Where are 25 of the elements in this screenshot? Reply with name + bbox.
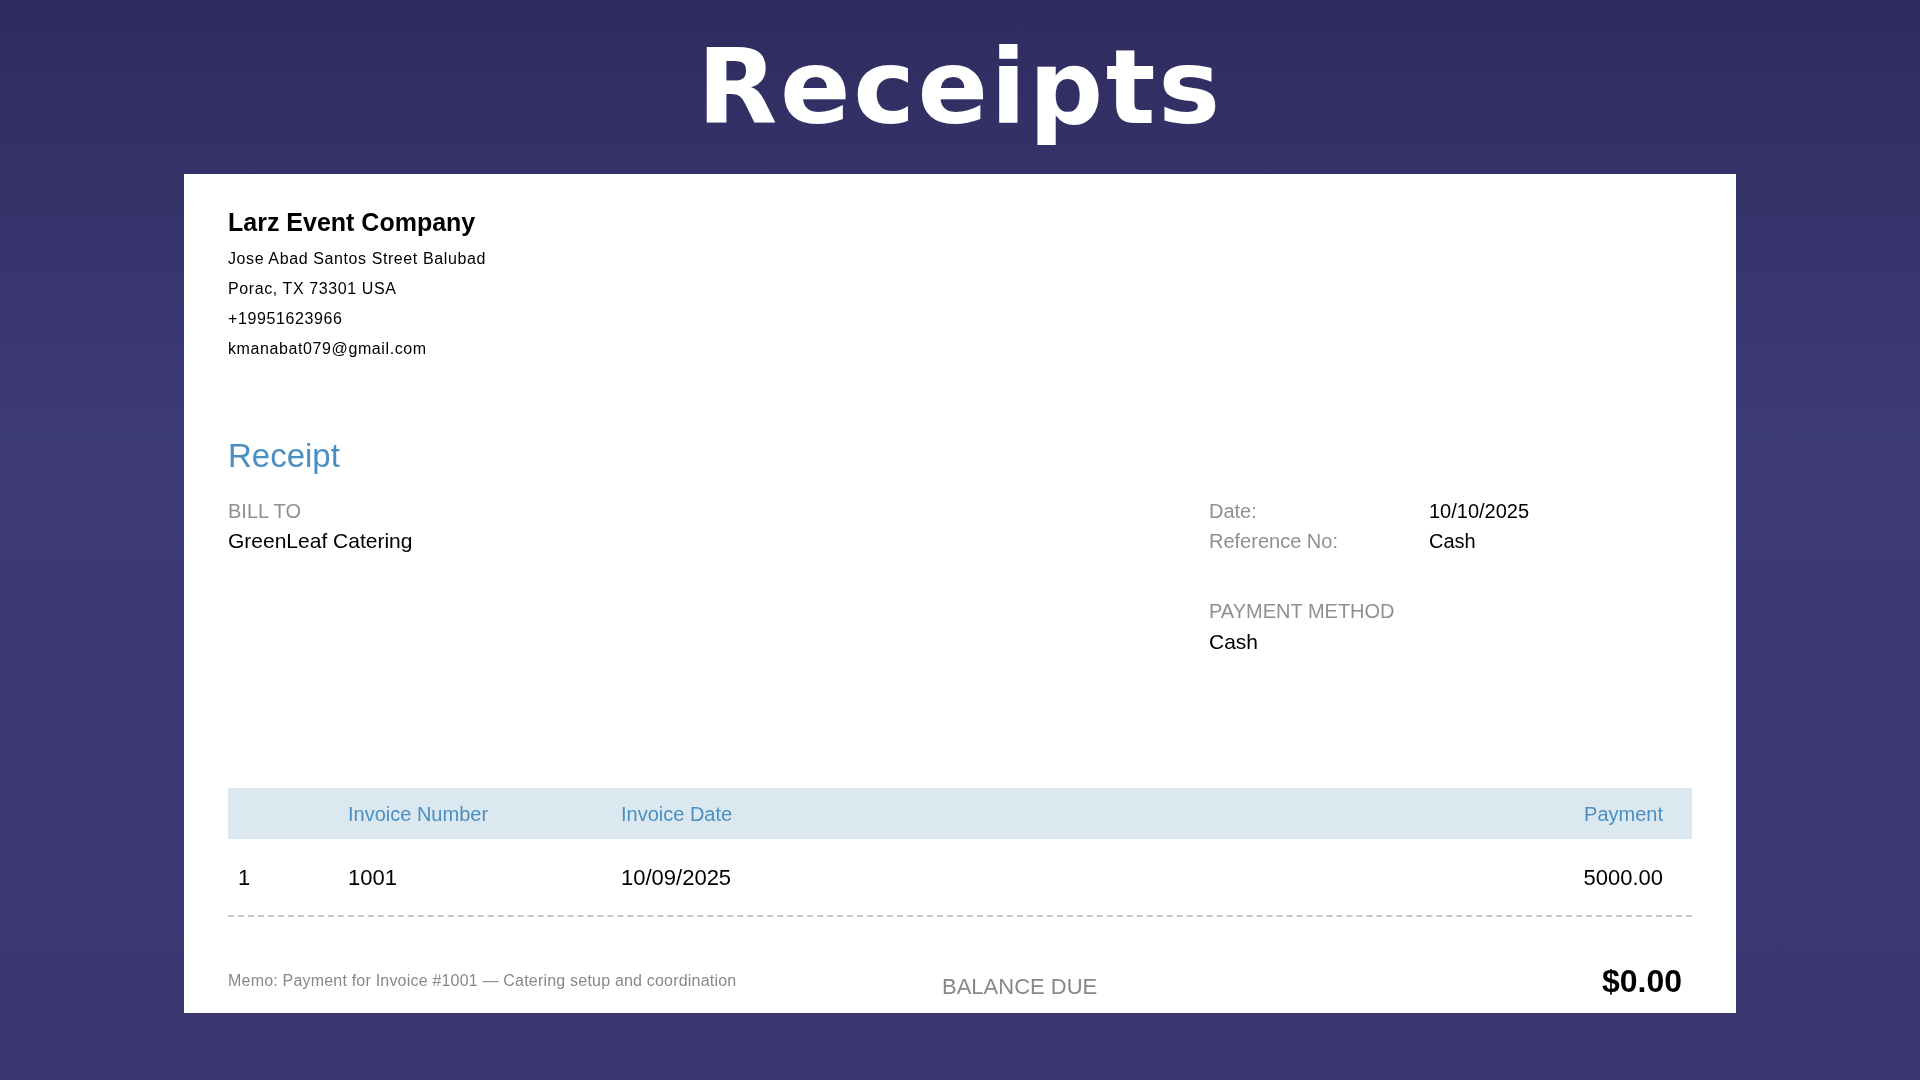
column-header: Invoice Date (621, 802, 733, 825)
slide-title: Receipts (697, 25, 1223, 150)
bill-to-label: BILL TO (228, 499, 301, 524)
detail-value: Cash (1429, 529, 1476, 554)
table-cell: 1001 (348, 864, 397, 890)
detail-label: Reference No: (1209, 529, 1339, 554)
receipt-heading: Receipt (228, 436, 340, 476)
company-info: kmanabat079@gmail.com (228, 339, 427, 359)
company-info: Porac, TX 73301 USA (228, 279, 397, 299)
company-info: +19951623966 (228, 309, 343, 329)
table-cell: 10/09/2025 (621, 864, 732, 890)
payment-method-label: PAYMENT METHOD (1209, 599, 1395, 624)
column-header: Payment (1584, 802, 1663, 825)
company-info: Jose Abad Santos Street Balubad (228, 249, 486, 269)
table-cell: 1 (238, 864, 251, 890)
memo-text: Memo: Payment for Invoice #1001 — Catering setup and coordination (228, 972, 737, 989)
company-name: Larz Event Company (228, 207, 476, 238)
balance-due-amount: $0.00 (1601, 962, 1682, 1001)
balance-due-label: BALANCE DUE (942, 972, 1098, 1001)
column-header: Invoice Number (348, 802, 489, 825)
detail-label: Date: (1209, 499, 1258, 524)
table-cell: 5000.00 (1583, 864, 1663, 890)
detail-value: 10/10/2025 (1429, 499, 1530, 524)
bill-to-name: GreenLeaf Catering (228, 528, 413, 554)
payment-method: Cash (1209, 629, 1259, 655)
